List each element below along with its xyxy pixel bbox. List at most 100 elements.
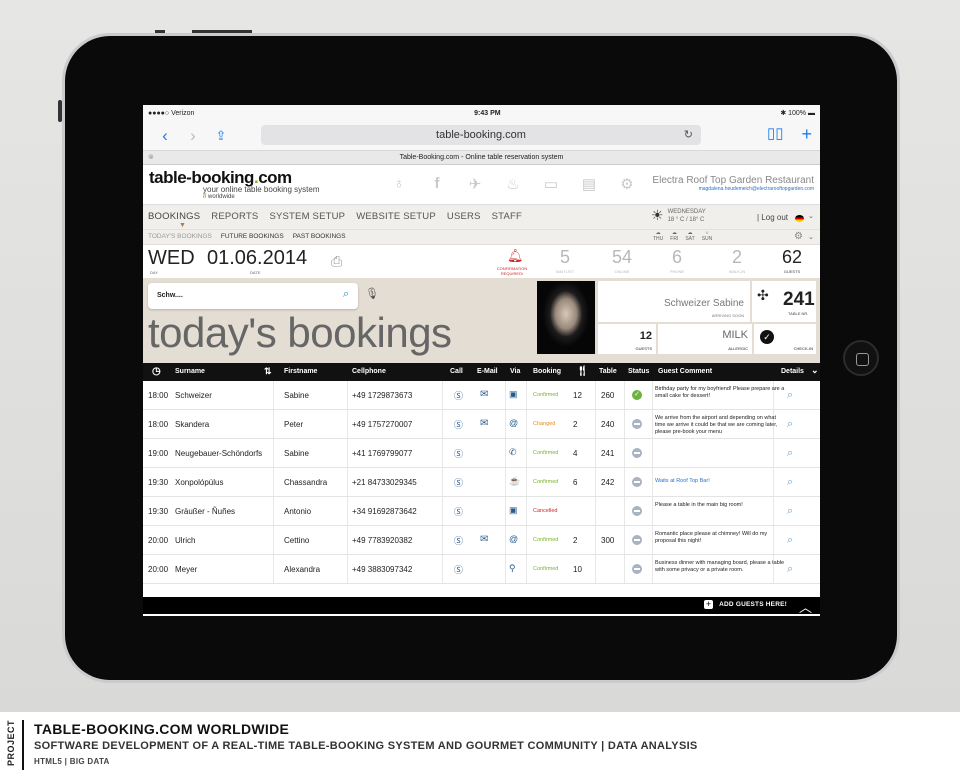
- skype-call-icon[interactable]: Ⓢ: [454, 418, 463, 431]
- clock-icon[interactable]: ◷: [152, 366, 161, 377]
- table-row[interactable]: 18:00 Schweizer Sabine +49 1729873673 12 260 Ⓢ…: [143, 381, 820, 410]
- url-field[interactable]: table-booking.com ↻: [261, 125, 701, 145]
- skype-call-icon[interactable]: Ⓢ: [454, 389, 463, 402]
- skype-call-icon[interactable]: Ⓢ: [454, 447, 463, 460]
- col-booking[interactable]: Booking: [533, 368, 561, 375]
- column-divider: [652, 410, 653, 438]
- details-search-icon[interactable]: ⌕: [787, 447, 793, 460]
- printer-icon[interactable]: ⎙: [331, 253, 342, 270]
- bulb-icon[interactable]: ♁: [388, 175, 410, 193]
- microphone-icon[interactable]: 🎙︎: [365, 287, 379, 300]
- table-row[interactable]: 18:00 Skandera Peter +49 1757270007 2 240 Ⓢ ✉ @ C…: [143, 410, 820, 439]
- email-icon[interactable]: ✉: [480, 534, 488, 545]
- clock: 9:43 PM: [474, 109, 501, 117]
- column-divider: [652, 468, 653, 496]
- add-icon[interactable]: +: [704, 600, 713, 609]
- forward-icon[interactable]: ›: [179, 126, 207, 146]
- details-search-icon[interactable]: ⌕: [787, 418, 793, 431]
- submenu-todays-bookings[interactable]: TODAY'S BOOKINGS: [148, 233, 212, 240]
- table-row[interactable]: 19:30 Xonpolópúlus Chassandra +21 847330293…: [143, 468, 820, 497]
- col-guest-comment[interactable]: Guest Comment: [658, 368, 712, 375]
- stat-guests[interactable]: 62 GUESTS: [772, 245, 812, 274]
- checkin-button[interactable]: ✓ CHECK-IN: [754, 324, 816, 354]
- status-pending-icon[interactable]: [632, 419, 642, 429]
- gear-icon[interactable]: ⚙: [794, 231, 803, 242]
- email-icon[interactable]: ✉: [480, 418, 488, 429]
- submenu-future-bookings[interactable]: FUTURE BOOKINGS: [221, 233, 284, 240]
- menu-system-setup[interactable]: SYSTEM SETUP: [269, 211, 345, 222]
- col-call[interactable]: Call: [450, 368, 463, 375]
- col-email[interactable]: E-Mail: [477, 368, 498, 375]
- col-firstname[interactable]: Firstname: [284, 368, 317, 375]
- restaurant-email[interactable]: magdalena.heudemeich@electrarooftopgarde…: [652, 186, 814, 192]
- stat-phone[interactable]: 6 PHONE: [657, 245, 697, 274]
- skype-call-icon[interactable]: Ⓢ: [454, 563, 463, 576]
- site-logo[interactable]: table-booking.com your online table book…: [149, 169, 349, 200]
- status-pending-icon[interactable]: [632, 535, 642, 545]
- col-cellphone[interactable]: Cellphone: [352, 368, 386, 375]
- table-row[interactable]: 19:30 Gräußer - Ñuñes Antonio +34 916928736…: [143, 497, 820, 526]
- stat-online[interactable]: 54 ONLINE: [602, 245, 642, 274]
- email-icon[interactable]: ✉: [480, 389, 488, 400]
- details-search-icon[interactable]: ⌕: [787, 534, 793, 547]
- col-table[interactable]: Table: [599, 368, 617, 375]
- table-row[interactable]: 20:00 Meyer Alexandra +49 3883097342 10 Ⓢ ⚲ Con…: [143, 555, 820, 584]
- close-tab-icon[interactable]: ⊗: [148, 151, 154, 165]
- bookmarks-icon[interactable]: ▯▯: [767, 124, 784, 145]
- current-date[interactable]: 01.06.2014: [207, 247, 307, 270]
- skype-call-icon[interactable]: Ⓢ: [454, 476, 463, 489]
- stat-walk-in[interactable]: 2 WALK-IN: [717, 245, 757, 274]
- chevron-down-icon[interactable]: ⌄: [811, 365, 819, 376]
- booking-guests: 4: [573, 449, 578, 458]
- table-row[interactable]: 19:00 Neugebauer-Schöndorfs Sabine +41 1769…: [143, 439, 820, 468]
- browser-tab[interactable]: ⊗ Table-Booking.com - Online table reser…: [143, 151, 820, 165]
- status-confirmed-icon[interactable]: ✓: [632, 390, 642, 400]
- share-icon[interactable]: ⇪: [207, 128, 235, 144]
- twitter-icon[interactable]: ✈: [464, 175, 486, 193]
- chef-icon[interactable]: ♨: [502, 175, 524, 193]
- reload-icon[interactable]: ↻: [684, 125, 693, 145]
- column-divider: [595, 439, 596, 467]
- table-row[interactable]: 20:00 Ulrich Cettino +49 7783920382 2 300 Ⓢ ✉ @ C…: [143, 526, 820, 555]
- add-guests-button[interactable]: ADD GUESTS HERE!: [719, 601, 787, 608]
- menu-reports[interactable]: REPORTS: [211, 211, 258, 222]
- details-search-icon[interactable]: ⌕: [787, 563, 793, 576]
- confirmation-required-label[interactable]: CONFIRMATION REQUIRED!: [491, 266, 533, 276]
- sort-icon[interactable]: ⇅: [264, 366, 272, 377]
- status-pending-icon[interactable]: [632, 564, 642, 574]
- menu-bookings[interactable]: BOOKINGS: [148, 211, 200, 222]
- menu-website-setup[interactable]: WEBSITE SETUP: [356, 211, 436, 222]
- details-search-icon[interactable]: ⌕: [787, 389, 793, 402]
- back-icon[interactable]: ‹: [151, 126, 179, 146]
- facebook-icon[interactable]: f: [426, 175, 448, 193]
- guest-search-input[interactable]: Schw.... ⌕: [148, 283, 358, 309]
- menu-users[interactable]: USERS: [447, 211, 481, 222]
- search-icon[interactable]: ⌕: [343, 288, 349, 301]
- skype-call-icon[interactable]: Ⓢ: [454, 534, 463, 547]
- cutlery-icon[interactable]: 🍴︎: [576, 366, 589, 377]
- new-tab-icon[interactable]: +: [801, 124, 812, 145]
- stat-waitlist[interactable]: 5 WAITLIST: [545, 245, 585, 274]
- desktop-icon[interactable]: ▭: [540, 175, 562, 193]
- logout-link[interactable]: | Log out: [757, 213, 788, 222]
- status-pending-icon[interactable]: [632, 506, 642, 516]
- details-search-icon[interactable]: ⌕: [787, 505, 793, 518]
- menu-staff[interactable]: STAFF: [492, 211, 522, 222]
- tablet-icon[interactable]: ▤: [578, 175, 600, 193]
- chevron-down-icon[interactable]: ⌄: [808, 233, 814, 241]
- details-search-icon[interactable]: ⌕: [787, 476, 793, 489]
- language-flag-icon[interactable]: [795, 215, 804, 222]
- status-pending-icon[interactable]: [632, 448, 642, 458]
- chevron-up-icon[interactable]: ︿: [799, 597, 812, 616]
- android-icon[interactable]: ⚙: [616, 175, 638, 193]
- home-button[interactable]: [843, 340, 879, 376]
- col-details[interactable]: Details: [781, 368, 804, 375]
- bell-icon[interactable]: 🔔︎: [507, 248, 524, 264]
- submenu-past-bookings[interactable]: PAST BOOKINGS: [293, 233, 346, 240]
- col-via[interactable]: Via: [510, 368, 520, 375]
- skype-call-icon[interactable]: Ⓢ: [454, 505, 463, 518]
- col-status[interactable]: Status: [628, 368, 649, 375]
- col-surname[interactable]: Surname: [175, 368, 205, 375]
- chevron-down-icon[interactable]: ⌄: [808, 212, 814, 220]
- status-pending-icon[interactable]: [632, 477, 642, 487]
